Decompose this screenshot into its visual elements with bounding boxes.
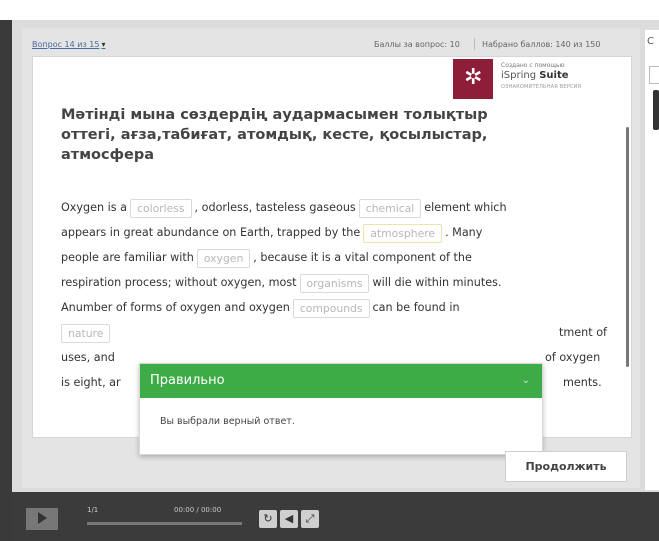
passage-fragment: of oxygen: [545, 351, 601, 364]
player-controls: 1/1 00:00 / 00:00 ↻ ◀ ⤢: [12, 492, 659, 541]
play-button[interactable]: [26, 508, 58, 530]
quiz-player: Вопрос 14 из 15 ▾ Баллы за вопрос: 10 Наб…: [22, 28, 640, 488]
points-total: Набрано баллов: 140 из 150: [482, 40, 601, 49]
blank-field[interactable]: oxygen: [196, 248, 251, 268]
blank-field[interactable]: colorless: [130, 198, 192, 218]
left-edge: [0, 20, 12, 541]
restart-icon[interactable]: ↻: [259, 510, 277, 528]
feedback-title: Правильно: [150, 373, 225, 388]
continue-button[interactable]: Продолжить: [505, 451, 627, 482]
seek-bar[interactable]: [87, 522, 242, 525]
passage-fragment: ments.: [563, 376, 602, 389]
feedback-popup: Правильно ⌄ Вы выбрали верный ответ.: [139, 363, 543, 455]
feedback-message: Вы выбрали верный ответ.: [160, 416, 295, 427]
side-panel-edge: С: [645, 30, 659, 490]
passage-line: respiration process; without oxygen, mos…: [61, 270, 621, 295]
slide-counter: 1/1: [87, 506, 99, 514]
blank-field[interactable]: compounds: [292, 298, 370, 318]
passage-line: appears in great abundance on Earth, tra…: [61, 220, 621, 245]
time-display: 00:00 / 00:00: [174, 506, 222, 514]
blank-field[interactable]: organisms: [299, 273, 370, 293]
divider: [474, 38, 475, 50]
blank-field[interactable]: nature: [61, 323, 111, 343]
fullscreen-icon[interactable]: ⤢: [301, 510, 319, 528]
side-panel-char: С: [647, 36, 654, 47]
chevron-down-icon[interactable]: ⌄: [522, 364, 530, 398]
feedback-header: Правильно ⌄: [140, 364, 542, 398]
play-icon: [38, 512, 47, 524]
blank-field[interactable]: chemical: [358, 198, 422, 218]
points-per-question: Баллы за вопрос: 10: [374, 40, 460, 49]
question-card: ✲ Создано с помощью iSpring Suite ОЗНАКО…: [32, 56, 632, 455]
caret-down-icon: ▾: [101, 40, 106, 49]
top-strip: [0, 0, 659, 20]
watermark-line1: Создано с помощью: [501, 62, 565, 69]
watermark-line2: iSpring Suite: [501, 70, 569, 81]
blank-field[interactable]: atmosphere: [363, 223, 443, 243]
side-panel-box: [649, 66, 659, 84]
question-indicator[interactable]: Вопрос 14 из 15 ▾: [32, 40, 105, 49]
passage-line: Oxygen is a colorless, odorless, tasteles…: [61, 195, 621, 220]
passage-fragment: tment of: [559, 326, 607, 339]
scrollbar-thumb[interactable]: [626, 127, 629, 367]
passage-line: people are familiar with oxygen, because …: [61, 245, 621, 270]
watermark-badge: ✲ Создано с помощью iSpring Suite ОЗНАКО…: [453, 59, 625, 99]
volume-icon[interactable]: ◀: [280, 510, 298, 528]
ispring-logo-icon: ✲: [453, 59, 493, 99]
side-panel-icon: [653, 90, 659, 130]
passage-line: nature tment of: [61, 320, 621, 345]
question-meta-bar: Вопрос 14 из 15 ▾ Баллы за вопрос: 10 Наб…: [22, 36, 640, 52]
question-title: Мәтінді мына сөздердің аудармасымен толы…: [61, 107, 488, 163]
watermark-line3: ОЗНАКОМИТЕЛЬНАЯ ВЕРСИЯ: [501, 84, 582, 90]
passage-line: Anumber of forms of oxygen and oxygen com…: [61, 295, 621, 320]
